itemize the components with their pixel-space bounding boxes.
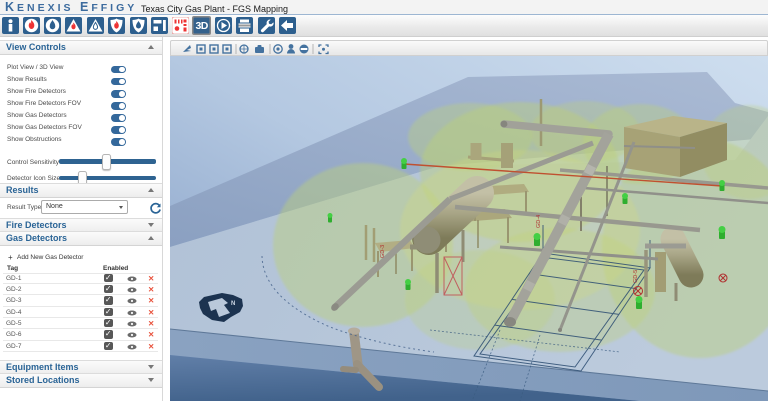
svg-text:3D: 3D bbox=[195, 20, 208, 32]
svg-text:GD-5: GD-5 bbox=[633, 270, 639, 283]
svg-text:N: N bbox=[231, 301, 235, 307]
svg-text:GD-3: GD-3 bbox=[380, 245, 386, 258]
svg-text:GD-4: GD-4 bbox=[536, 215, 542, 228]
